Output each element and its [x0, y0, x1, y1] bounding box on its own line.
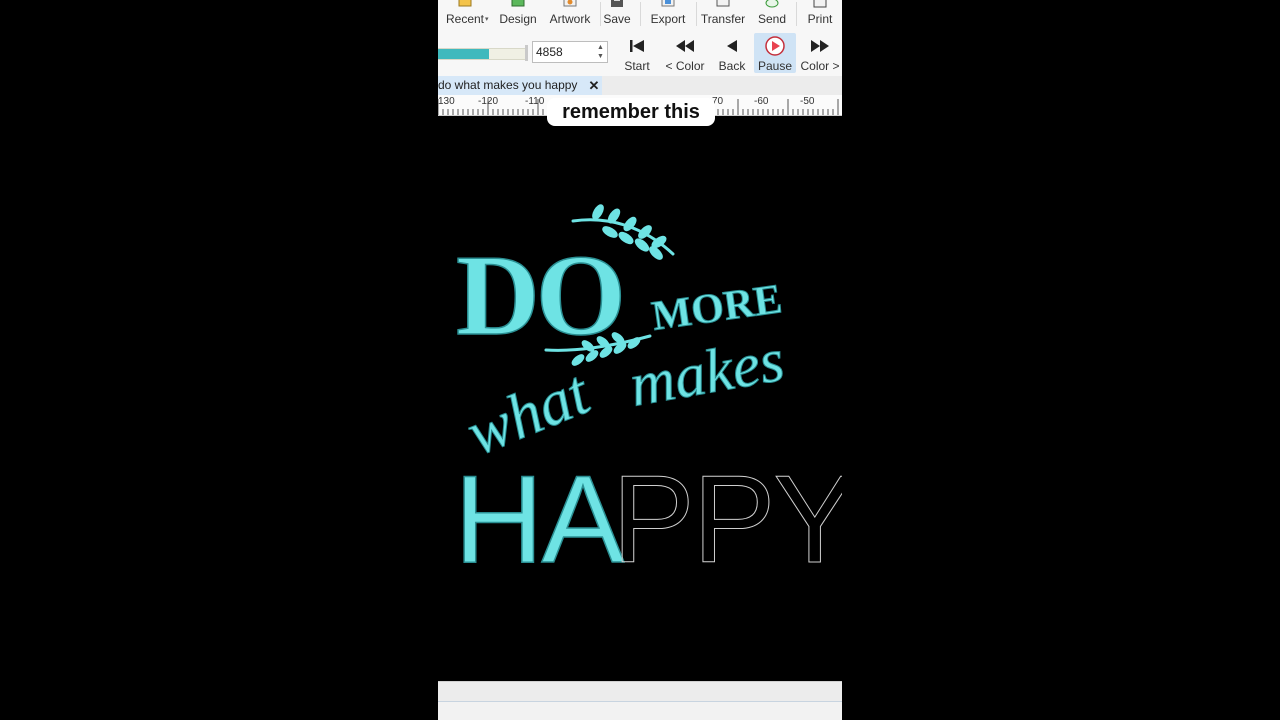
send-button[interactable]: Send	[754, 0, 790, 29]
design-icon	[511, 0, 525, 7]
design-button[interactable]: Design	[496, 0, 540, 29]
previous-color-label: < Color	[665, 59, 705, 73]
ruler-label: 130	[438, 96, 455, 107]
close-icon[interactable]: ✕	[588, 76, 600, 95]
spin-up-icon[interactable]: ▲	[596, 43, 605, 52]
start-button[interactable]: Start	[618, 33, 656, 73]
spin-down-icon[interactable]: ▼	[596, 52, 605, 61]
pause-button[interactable]: Pause	[754, 33, 796, 73]
save-label: Save	[603, 12, 631, 26]
stitch-count-input[interactable]	[536, 44, 592, 60]
embroidery-design: DO MORE what makes HA PPY	[453, 204, 842, 590]
horizontal-scrollbar[interactable]	[438, 681, 842, 702]
progress-slider-handle[interactable]	[525, 45, 528, 61]
recent-label: Recent	[445, 12, 485, 26]
document-tab-bar: do what makes you happy ✕	[438, 76, 842, 95]
document-tab[interactable]: do what makes you happy ✕	[438, 76, 602, 95]
skip-to-start-icon	[630, 40, 644, 52]
design-word-makes: makes	[625, 326, 789, 420]
print-label: Print	[807, 12, 833, 26]
back-button[interactable]: Back	[714, 33, 750, 73]
stitch-progress-fill	[438, 49, 490, 59]
ruler-label: -110	[525, 96, 545, 107]
step-back-icon	[727, 40, 737, 52]
status-bar	[438, 701, 842, 720]
start-label: Start	[624, 59, 650, 73]
export-button[interactable]: Export	[644, 0, 692, 29]
save-icon	[611, 0, 623, 7]
print-button[interactable]: Print	[800, 0, 840, 29]
print-icon	[813, 0, 827, 8]
send-label: Send	[757, 12, 787, 26]
artwork-icon	[563, 0, 577, 7]
recent-button[interactable]: Recent ▾	[440, 0, 490, 29]
ruler-label: -50	[800, 96, 815, 107]
design-word-happy-stitched: HA	[454, 451, 625, 589]
design-canvas[interactable]: DO MORE what makes HA PPY	[438, 116, 842, 681]
design-label: Design	[499, 12, 537, 26]
stitch-count-stepper[interactable]: ▲ ▼	[532, 41, 608, 63]
chevron-down-icon: ▾	[485, 16, 489, 23]
video-caption: remember this	[547, 98, 715, 126]
pause-play-icon	[765, 36, 785, 56]
next-color-icon	[811, 40, 829, 52]
ribbon-toolbar: Recent ▾ Design Artwork Save Export Tran…	[438, 0, 842, 30]
send-icon	[765, 0, 779, 8]
previous-color-button[interactable]: < Color	[662, 33, 708, 73]
transfer-label: Transfer	[700, 12, 746, 26]
transfer-icon	[716, 0, 730, 7]
ruler-label: -60	[754, 96, 769, 107]
ribbon-separator	[600, 2, 601, 26]
document-tab-title: do what makes you happy	[438, 78, 578, 92]
ribbon-separator	[696, 2, 697, 26]
export-icon	[661, 0, 675, 7]
export-label: Export	[650, 12, 686, 26]
next-color-label: Color >	[800, 59, 840, 73]
artwork-label: Artwork	[549, 12, 591, 26]
artwork-button[interactable]: Artwork	[544, 0, 596, 29]
ribbon-separator	[796, 2, 797, 26]
next-color-button[interactable]: Color >	[798, 33, 842, 73]
back-label: Back	[718, 59, 746, 73]
embroidery-app: Recent ▾ Design Artwork Save Export Tran…	[438, 0, 842, 720]
transfer-button[interactable]: Transfer	[698, 0, 748, 29]
ruler-label: -120	[478, 96, 499, 107]
stitch-player-toolbar: ▲ ▼ Start < Color Back	[438, 29, 842, 77]
previous-color-icon	[676, 40, 694, 52]
ribbon-separator	[640, 2, 641, 26]
save-button[interactable]: Save	[602, 0, 632, 29]
pause-label: Pause	[757, 59, 793, 73]
recent-icon	[458, 0, 472, 7]
design-word-happy-outline: PPY	[612, 451, 842, 589]
stitch-progress-bar[interactable]	[438, 48, 527, 60]
